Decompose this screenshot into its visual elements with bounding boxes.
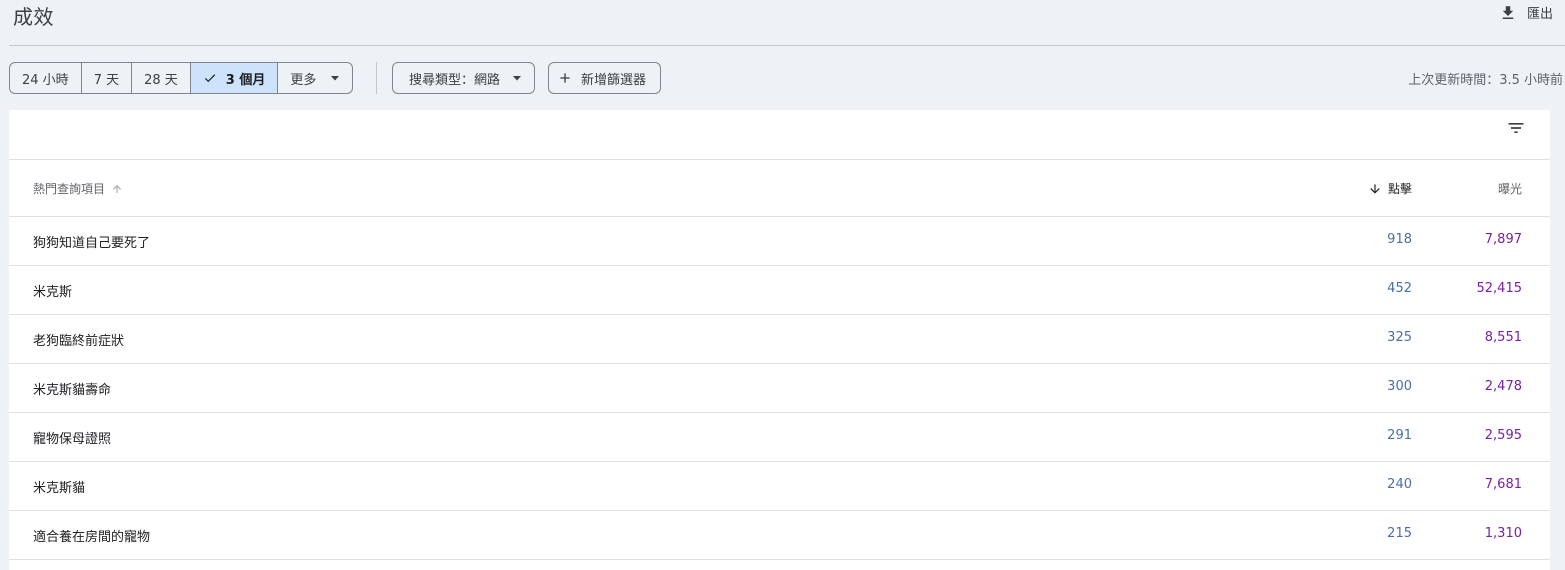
filter-icon [1506, 118, 1526, 142]
query-cell: 米克斯 [33, 285, 73, 300]
query-cell: 適合養在房間的寵物 [33, 530, 151, 545]
page-title: 成效 [13, 5, 54, 29]
range-label: 24 小時 [22, 72, 69, 88]
impressions-cell: 8,551 [1484, 330, 1522, 345]
table-header: 熱門查詢項目 點擊 曝光 [9, 160, 1550, 217]
query-cell: 米克斯貓壽命 [33, 383, 112, 398]
add-filter-button[interactable]: 新增篩選器 [548, 62, 662, 94]
column-header-query[interactable]: 熱門查詢項目 [33, 180, 123, 197]
clicks-cell: 215 [1387, 526, 1412, 541]
column-label: 曝光 [1497, 182, 1522, 196]
caret-down-icon [330, 73, 340, 83]
table-row[interactable]: 適合養在房間的寵物 215 1,310 [9, 511, 1550, 560]
add-filter-label: 新增篩選器 [581, 72, 647, 88]
toolbar-separator [376, 62, 377, 94]
search-type-label: 搜尋類型：網路 [409, 72, 501, 88]
range-label: 3 個月 [225, 72, 266, 88]
table-body: 狗狗知道自己要死了 918 7,897 米克斯 452 52,415 老狗臨終前… [9, 217, 1550, 560]
search-type-dropdown[interactable]: 搜尋類型：網路 [392, 62, 536, 94]
range-28-days-button[interactable]: 28 天 [132, 63, 191, 93]
column-label: 點擊 [1387, 182, 1412, 196]
query-cell: 狗狗知道自己要死了 [33, 236, 151, 251]
range-label: 7 天 [93, 72, 120, 88]
table-row[interactable]: 狗狗知道自己要死了 918 7,897 [9, 217, 1550, 266]
query-cell: 老狗臨終前症狀 [33, 334, 125, 349]
plus-icon [557, 70, 573, 86]
impressions-cell: 2,595 [1484, 428, 1522, 443]
impressions-cell: 2,478 [1484, 379, 1522, 394]
range-7-days-button[interactable]: 7 天 [82, 63, 133, 93]
table-row[interactable]: 米克斯 452 52,415 [9, 266, 1550, 315]
clicks-cell: 291 [1387, 428, 1412, 443]
caret-down-icon [512, 73, 522, 83]
export-label: 匯出 [1526, 7, 1553, 22]
range-3-months-button[interactable]: 3 個月 [190, 63, 279, 93]
impressions-cell: 1,310 [1484, 526, 1522, 541]
check-icon [203, 71, 217, 85]
sort-down-arrow-icon [1368, 182, 1382, 196]
table-row[interactable]: 米克斯貓 240 7,681 [9, 462, 1550, 511]
column-header-impressions[interactable]: 曝光 [1498, 180, 1522, 197]
clicks-cell: 300 [1387, 379, 1412, 394]
impressions-cell: 7,681 [1484, 477, 1522, 492]
range-more-dropdown[interactable]: 更多 [278, 63, 352, 93]
table-row[interactable]: 寵物保母證照 291 2,595 [9, 413, 1550, 462]
impressions-cell: 7,897 [1484, 232, 1522, 247]
queries-table-card: 熱門查詢項目 點擊 曝光 狗狗知道自己要死了 918 7,897 米克斯 452… [9, 110, 1550, 570]
impressions-cell: 52,415 [1476, 281, 1523, 296]
clicks-cell: 918 [1387, 232, 1412, 247]
sort-up-arrow-icon [111, 183, 123, 195]
header-divider [9, 45, 1565, 46]
export-button[interactable]: 匯出 [1499, 3, 1553, 22]
range-label: 28 天 [144, 72, 178, 88]
table-row[interactable]: 老狗臨終前症狀 325 8,551 [9, 315, 1550, 364]
clicks-cell: 325 [1387, 330, 1412, 345]
clicks-cell: 240 [1387, 477, 1412, 492]
query-cell: 寵物保母證照 [33, 432, 112, 447]
column-label: 熱門查詢項目 [33, 182, 106, 196]
filter-rows-button[interactable] [1504, 118, 1528, 142]
download-icon [1499, 4, 1517, 22]
query-cell: 米克斯貓 [33, 481, 86, 496]
clicks-cell: 452 [1387, 281, 1412, 296]
date-range-selector: 24 小時 7 天 28 天 3 個月 更多 [9, 62, 354, 94]
range-24-hours-button[interactable]: 24 小時 [10, 63, 82, 93]
last-updated-text: 上次更新時間：3.5 小時前 [1408, 73, 1563, 88]
table-row[interactable]: 米克斯貓壽命 300 2,478 [9, 364, 1550, 413]
column-header-clicks[interactable]: 點擊 [1368, 180, 1412, 197]
range-label: 更多 [290, 72, 317, 88]
